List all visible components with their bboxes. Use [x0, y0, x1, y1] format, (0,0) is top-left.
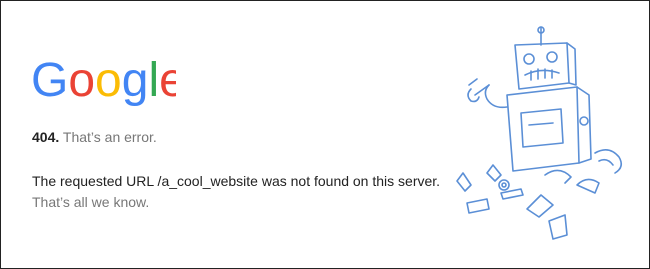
error-detail-text: The requested URL /a_cool_website was no… — [32, 173, 441, 189]
logo-letter-e: e — [159, 54, 176, 107]
error-page: Google 404. That’s an error. The request… — [0, 0, 650, 269]
error-code-line: 404. That’s an error. — [32, 128, 157, 146]
broken-robot-icon — [449, 25, 639, 245]
logo-letter-o2: o — [95, 54, 122, 107]
logo-letter-l: l — [148, 54, 159, 107]
error-short-message: That’s an error. — [62, 129, 157, 145]
logo-letter-o1: o — [68, 54, 95, 107]
error-detail-suffix: That’s all we know. — [32, 194, 150, 210]
google-logo: Google — [31, 53, 176, 107]
logo-letter-g2: g — [122, 54, 149, 107]
svg-text:Google: Google — [31, 54, 176, 107]
error-detail: The requested URL /a_cool_website was no… — [32, 171, 442, 213]
error-code: 404. — [32, 129, 60, 145]
logo-letter-g: G — [31, 54, 68, 107]
